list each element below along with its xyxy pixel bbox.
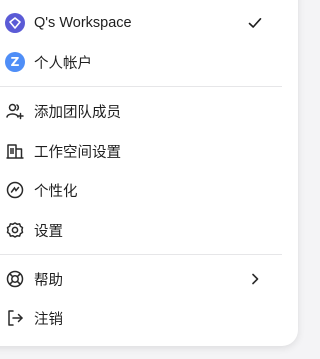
personalize-label: 个性化 <box>34 183 78 200</box>
personal-account-avatar: Z <box>4 51 26 73</box>
help-button[interactable]: 帮助 <box>0 262 280 296</box>
add-team-member-label: 添加团队成员 <box>34 104 121 121</box>
logout-icon <box>4 307 26 329</box>
personalize-icon <box>4 179 26 201</box>
settings-label: 设置 <box>34 223 63 240</box>
logout-button[interactable]: 注销 <box>0 301 280 335</box>
checkmark-icon <box>244 12 266 34</box>
account-menu: Q's Workspace Z 个人帐户 添加团队成员 工作空间设置 个性化 设… <box>0 0 298 346</box>
help-label: 帮助 <box>34 272 63 289</box>
add-team-member-button[interactable]: 添加团队成员 <box>0 94 280 128</box>
personal-account-label: 个人帐户 <box>34 55 92 72</box>
workspace-name: Q's Workspace <box>34 15 132 31</box>
building-icon <box>4 140 26 162</box>
gear-icon <box>4 219 26 241</box>
workspace-item-q[interactable]: Q's Workspace <box>0 6 280 40</box>
lifebuoy-icon <box>4 268 26 290</box>
settings-button[interactable]: 设置 <box>0 213 280 247</box>
divider <box>0 254 282 255</box>
workspace-settings-button[interactable]: 工作空间设置 <box>0 134 280 168</box>
workspace-settings-label: 工作空间设置 <box>34 144 121 161</box>
add-user-icon <box>4 100 26 122</box>
logout-label: 注销 <box>34 311 63 328</box>
chevron-right-icon <box>244 268 266 290</box>
personalize-button[interactable]: 个性化 <box>0 173 280 207</box>
workspace-item-personal[interactable]: Z 个人帐户 <box>0 45 280 79</box>
divider <box>0 86 282 87</box>
workspace-diamond-icon <box>4 12 26 34</box>
